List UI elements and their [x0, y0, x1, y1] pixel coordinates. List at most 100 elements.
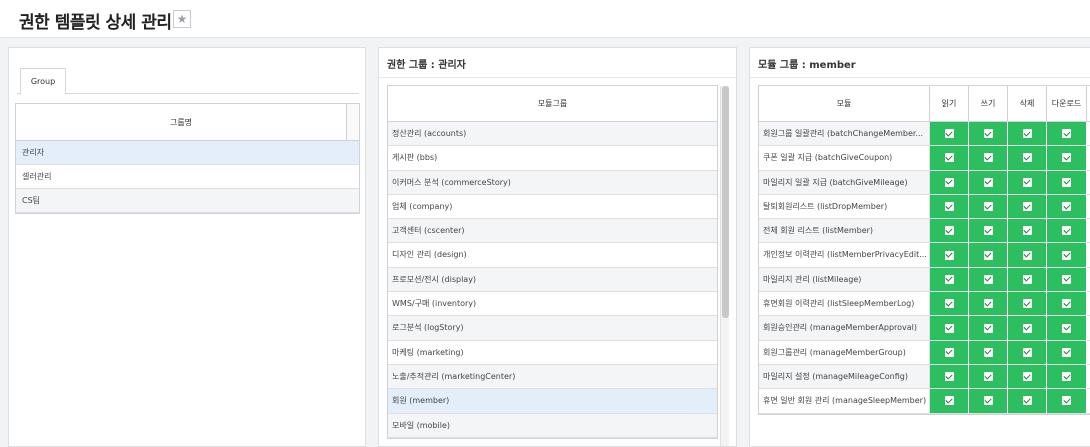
write-checkbox[interactable]	[983, 202, 993, 212]
read-checkbox[interactable]	[944, 250, 954, 260]
tab-group[interactable]: Group	[20, 68, 66, 95]
module-group-row[interactable]: WMS/구매 (inventory)	[388, 292, 717, 317]
delete-checkbox[interactable]	[1022, 153, 1032, 163]
module-group-row[interactable]: 모바일 (mobile)	[388, 413, 717, 438]
group-row[interactable]: 관리자	[16, 141, 359, 165]
download-checkbox[interactable]	[1062, 153, 1071, 163]
delete-permission-cell	[1008, 146, 1047, 170]
download-checkbox[interactable]	[1062, 177, 1071, 187]
download-checkbox[interactable]	[1062, 226, 1071, 236]
vertical-scrollbar[interactable]	[720, 86, 729, 446]
module-permission-panel: 모듈 그룹 : member 모듈 읽기 쓰기 삭제 다운로드 회원그룹 일괄관…	[749, 47, 1090, 447]
write-checkbox[interactable]	[983, 323, 993, 333]
scrollbar-thumb[interactable]	[722, 86, 729, 318]
download-checkbox[interactable]	[1062, 202, 1071, 212]
permission-row: 마일리지 일괄 지급 (batchGiveMileage)	[759, 170, 1090, 195]
write-checkbox[interactable]	[983, 299, 993, 309]
write-checkbox[interactable]	[983, 177, 993, 187]
group-panel: Group 그룹명 관리자 셀러관리 CS팀	[8, 47, 366, 447]
permission-row: 회원그룹 일괄관리 (batchChangeMember...	[759, 122, 1090, 147]
delete-checkbox[interactable]	[1022, 226, 1032, 236]
module-group-row[interactable]: 로그분석 (logStory)	[388, 316, 717, 341]
module-group-row[interactable]: 업체 (company)	[388, 194, 717, 220]
download-permission-cell	[1047, 316, 1087, 340]
module-group-row[interactable]: 고객센터 (cscenter)	[388, 219, 717, 244]
module-group-row[interactable]: 정산관리 (accounts)	[388, 122, 717, 147]
download-checkbox[interactable]	[1062, 274, 1071, 284]
write-checkbox[interactable]	[983, 226, 993, 236]
read-permission-cell	[930, 340, 969, 364]
download-checkbox[interactable]	[1062, 323, 1071, 333]
read-checkbox[interactable]	[944, 323, 954, 333]
download-permission-cell	[1047, 243, 1087, 267]
delete-checkbox[interactable]	[1022, 129, 1032, 139]
delete-checkbox[interactable]	[1022, 202, 1032, 212]
module-group-row-selected[interactable]: 회원 (member)	[388, 389, 717, 414]
page-title: 권한 템플릿 상세 관리	[19, 13, 172, 33]
module-group-row[interactable]: 프로모션/전시 (display)	[388, 267, 717, 293]
read-permission-cell	[930, 170, 969, 194]
read-checkbox[interactable]	[944, 226, 954, 236]
write-checkbox[interactable]	[983, 250, 993, 260]
module-group-panel: 권한 그룹 : 관리자 모듈그룹 정산관리 (accounts) 게시판 (bb…	[378, 47, 737, 447]
download-checkbox[interactable]	[1062, 396, 1071, 406]
tab-bar-line	[17, 93, 359, 94]
delete-checkbox[interactable]	[1022, 396, 1032, 406]
permission-row: 회원그룹관리 (manageMemberGroup)	[759, 340, 1090, 365]
permission-rows: 회원그룹 일괄관리 (batchChangeMember... 쿠폰 일괄 지급 …	[759, 122, 1090, 414]
download-checkbox[interactable]	[1062, 372, 1071, 382]
module-group-row[interactable]: 게시판 (bbs)	[388, 146, 717, 171]
read-checkbox[interactable]	[944, 129, 954, 139]
download-checkbox[interactable]	[1062, 299, 1071, 309]
module-group-row[interactable]: 노출/추적관리 (marketingCenter)	[388, 364, 717, 390]
permission-row: 휴면회원 이력관리 (listSleepMemberLog)	[759, 292, 1090, 317]
group-row[interactable]: CS팀	[16, 189, 359, 213]
delete-checkbox[interactable]	[1022, 177, 1032, 187]
write-checkbox[interactable]	[983, 153, 993, 163]
module-group-row[interactable]: 이커머스 분석 (commerceStory)	[388, 170, 717, 195]
read-checkbox[interactable]	[944, 177, 954, 187]
module-group-table: 모듈그룹 정산관리 (accounts) 게시판 (bbs) 이커머스 분석 (…	[387, 85, 718, 439]
write-checkbox[interactable]	[983, 372, 993, 382]
read-permission-cell	[930, 292, 969, 316]
module-name: 개인정보 이력관리 (listMemberPrivacyEdit...	[759, 243, 930, 267]
download-checkbox[interactable]	[1062, 250, 1071, 260]
module-name: 회원그룹관리 (manageMemberGroup)	[759, 340, 930, 364]
download-permission-cell	[1047, 389, 1087, 413]
write-checkbox[interactable]	[983, 129, 993, 139]
write-permission-cell	[969, 122, 1008, 146]
delete-permission-cell	[1008, 219, 1047, 243]
write-checkbox[interactable]	[983, 274, 993, 284]
delete-permission-cell	[1008, 170, 1047, 194]
read-checkbox[interactable]	[944, 372, 954, 382]
write-checkbox[interactable]	[983, 347, 993, 357]
delete-checkbox[interactable]	[1022, 323, 1032, 333]
delete-permission-cell	[1008, 389, 1047, 413]
permission-row: 쿠폰 일괄 지급 (batchGiveCoupon)	[759, 146, 1090, 171]
delete-checkbox[interactable]	[1022, 372, 1032, 382]
write-permission-cell	[969, 219, 1008, 243]
permission-row: 회원승인관리 (manageMemberApproval)	[759, 316, 1090, 341]
write-checkbox[interactable]	[983, 396, 993, 406]
delete-permission-cell	[1008, 243, 1047, 267]
module-group-row[interactable]: 마케팅 (marketing)	[388, 340, 717, 365]
delete-checkbox[interactable]	[1022, 347, 1032, 357]
module-group-row[interactable]: 디자인 관리 (design)	[388, 243, 717, 268]
read-checkbox[interactable]	[944, 202, 954, 212]
permission-table: 모듈 읽기 쓰기 삭제 다운로드 회원그룹 일괄관리 (batchChangeM…	[758, 85, 1090, 415]
read-checkbox[interactable]	[944, 299, 954, 309]
write-permission-cell	[969, 364, 1008, 389]
read-permission-cell	[930, 146, 969, 170]
download-checkbox[interactable]	[1062, 347, 1071, 357]
group-row[interactable]: 셀러관리	[16, 165, 359, 189]
favorite-star-icon[interactable]: ★	[173, 10, 191, 28]
download-checkbox[interactable]	[1062, 129, 1071, 139]
delete-checkbox[interactable]	[1022, 250, 1032, 260]
group-name-column-header: 그룹명	[169, 118, 193, 127]
read-checkbox[interactable]	[944, 396, 954, 406]
delete-checkbox[interactable]	[1022, 274, 1032, 284]
read-checkbox[interactable]	[944, 347, 954, 357]
read-checkbox[interactable]	[944, 274, 954, 284]
read-checkbox[interactable]	[944, 153, 954, 163]
delete-checkbox[interactable]	[1022, 299, 1032, 309]
